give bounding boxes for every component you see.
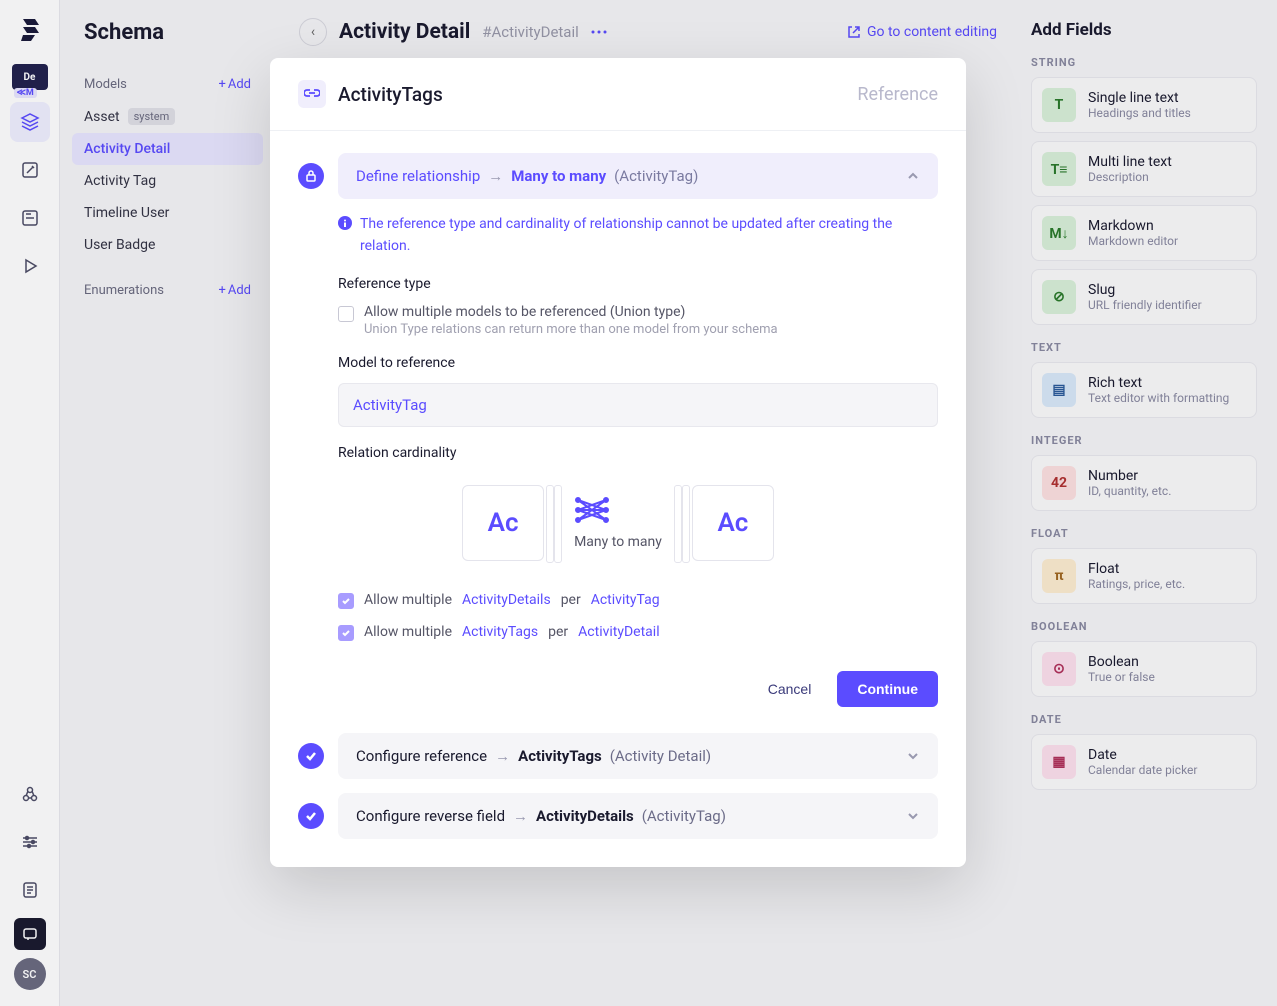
allow-details-per-tag-checkbox[interactable]	[338, 593, 354, 609]
allow-tags-per-detail-checkbox[interactable]	[338, 625, 354, 641]
step-configure-reference[interactable]: Configure reference → ActivityTags (Acti…	[338, 733, 938, 779]
check-icon	[298, 803, 324, 829]
step-configure-reverse[interactable]: Configure reverse field → ActivityDetail…	[338, 793, 938, 839]
reference-type-label: Reference type	[338, 276, 938, 292]
check-icon	[298, 743, 324, 769]
continue-button[interactable]: Continue	[837, 671, 938, 707]
chevron-up-icon	[906, 169, 920, 183]
model-to-reference-label: Model to reference	[338, 355, 938, 371]
step-define-relationship[interactable]: Define relationship → Many to many (Acti…	[338, 153, 938, 199]
cardinality-label: Relation cardinality	[338, 445, 938, 461]
reference-icon	[298, 80, 326, 108]
many-to-many-icon	[574, 496, 610, 524]
chevron-down-icon	[906, 749, 920, 763]
info-message: The reference type and cardinality of re…	[338, 213, 938, 258]
model-select[interactable]: ActivityTag	[338, 383, 938, 427]
cancel-button[interactable]: Cancel	[756, 671, 824, 707]
union-type-checkbox[interactable]	[338, 306, 354, 322]
modal-title: ActivityTags	[338, 83, 857, 106]
cardinality-diagram: Ac Many to many Ac	[298, 485, 938, 561]
chevron-down-icon	[906, 809, 920, 823]
modal-field-type: Reference	[857, 84, 938, 105]
reference-modal: ActivityTags Reference Define relationsh…	[270, 58, 966, 867]
lock-icon	[298, 163, 324, 189]
